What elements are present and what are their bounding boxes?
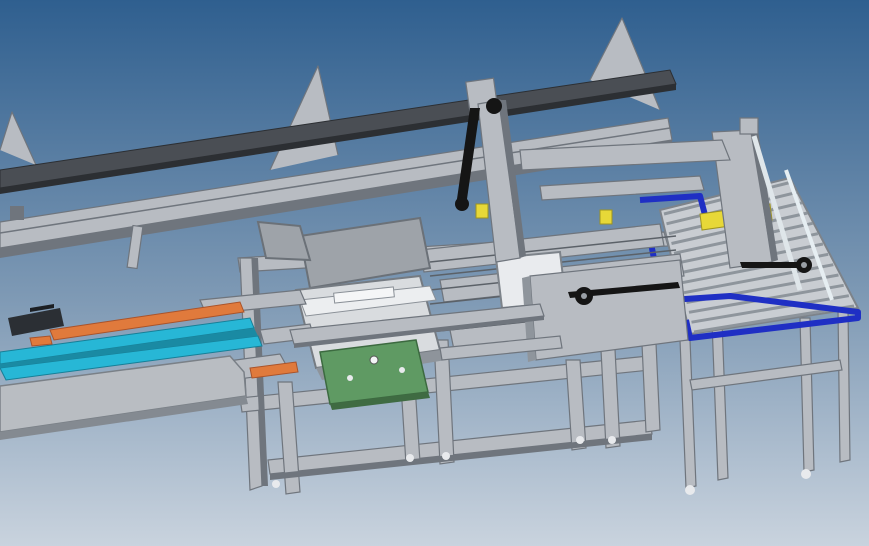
assembly-model (0, 0, 869, 546)
cad-3d-viewport[interactable] (0, 0, 869, 546)
